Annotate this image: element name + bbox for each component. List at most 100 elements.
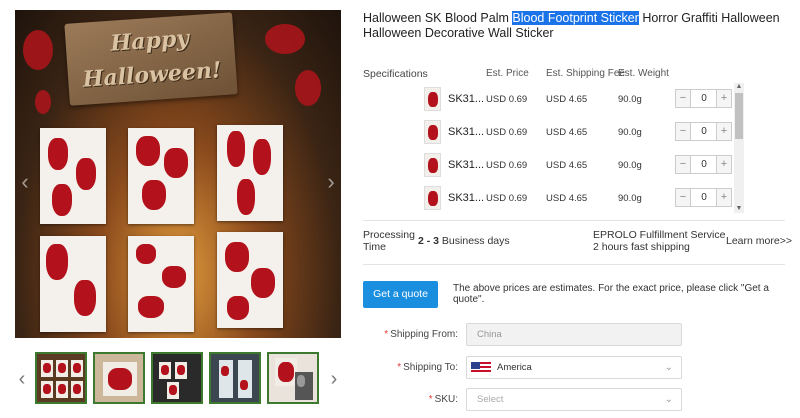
sticker-sheet-footprints [40, 128, 106, 224]
quantity-input[interactable]: 0 [692, 189, 716, 206]
shipping-to-select[interactable]: America ⌄ [466, 356, 682, 379]
divider [363, 220, 785, 221]
spec-header-price: Est. Price [486, 68, 529, 79]
spec-scrollbar[interactable]: ▲ ▼ [734, 83, 744, 213]
image-prev-icon[interactable]: ‹ [17, 170, 33, 194]
divider [363, 264, 785, 265]
row-thumbnail [424, 120, 441, 144]
get-a-quote-button[interactable]: Get a quote [363, 281, 438, 308]
processing-label-line2: Time [363, 241, 386, 253]
decrement-button[interactable]: − [676, 156, 691, 173]
required-mark: * [384, 329, 389, 340]
sku-select[interactable]: Select ⌄ [466, 388, 682, 411]
chevron-left-icon[interactable]: ‹ [15, 366, 29, 392]
row-price: USD 0.69 [486, 160, 528, 171]
table-row: SK31... USD 0.69 USD 4.65 90.0g − 0 + [363, 116, 733, 150]
quantity-stepper: − 0 + [675, 89, 732, 108]
chevron-down-icon: ⌄ [664, 394, 673, 405]
row-price: USD 0.69 [486, 94, 528, 105]
spec-header-weight: Est. Weight [618, 68, 669, 79]
thumbnail-1[interactable] [35, 352, 87, 404]
sku-label-text: SKU: [434, 394, 458, 405]
chevron-right-icon[interactable]: › [327, 366, 341, 392]
row-sku: SK31... [448, 126, 485, 138]
fulfillment-service: EPROLO Fulfillment Service 2 hours fast … [593, 229, 725, 253]
increment-button[interactable]: + [716, 123, 731, 140]
thumbnail-2[interactable] [93, 352, 145, 404]
required-mark: * [397, 362, 402, 373]
sign-line-2: Halloween! [81, 57, 223, 93]
sticker-sheet-shoeprints [217, 125, 283, 221]
quantity-input[interactable]: 0 [692, 123, 716, 140]
spec-header-specifications: Specifications [363, 68, 428, 80]
sticker-sheet-drips [128, 236, 194, 332]
service-line1: EPROLO Fulfillment Service [593, 229, 726, 241]
row-sku: SK31... [448, 192, 485, 204]
row-shipping: USD 4.65 [546, 127, 588, 138]
table-row: SK31... USD 0.69 USD 4.65 90.0g − 0 + [363, 83, 733, 117]
thumbnail-5[interactable] [267, 352, 319, 404]
shipping-from-label: * Shipping From: [363, 329, 458, 340]
scroll-up-icon[interactable]: ▲ [734, 83, 744, 91]
decrement-button[interactable]: − [676, 189, 691, 206]
sign-line-1: Happy [109, 25, 190, 57]
shipping-to-label: * Shipping To: [363, 362, 458, 373]
row-shipping: USD 4.65 [546, 193, 588, 204]
title-before: Halloween SK Blood Palm [363, 11, 513, 25]
processing-days-value: 2 - 3 [418, 235, 440, 247]
processing-days: 2 - 3 Business days [418, 235, 510, 247]
row-sku: SK31... [448, 93, 485, 105]
quote-note: The above prices are estimates. For the … [453, 283, 769, 305]
row-sku: SK31... [448, 159, 485, 171]
happy-halloween-sign: Happy Halloween! [64, 12, 238, 106]
increment-button[interactable]: + [716, 156, 731, 173]
quantity-stepper: − 0 + [675, 122, 732, 141]
row-thumbnail [424, 87, 441, 111]
thumbnail-strip: ‹ › [15, 352, 341, 408]
spec-header-shipping: Est. Shipping Fee [546, 68, 625, 79]
shipping-to-value: America [497, 362, 532, 373]
table-row: SK31... USD 0.69 USD 4.65 90.0g − 0 + [363, 182, 733, 216]
quantity-input[interactable]: 0 [692, 90, 716, 107]
row-weight: 90.0g [618, 127, 642, 138]
sku-placeholder: Select [477, 394, 504, 405]
scroll-down-icon[interactable]: ▼ [734, 205, 744, 213]
decrement-button[interactable]: − [676, 90, 691, 107]
processing-days-suffix: Business days [439, 235, 510, 247]
sticker-sheet-handprints [217, 232, 283, 328]
processing-label-line1: Processing [363, 229, 415, 241]
increment-button[interactable]: + [716, 90, 731, 107]
product-main-image[interactable]: Happy Halloween! ‹ › [15, 10, 341, 338]
decrement-button[interactable]: − [676, 123, 691, 140]
learn-more-link[interactable]: Learn more>> [726, 235, 792, 247]
sticker-sheet-hands [40, 236, 106, 332]
row-weight: 90.0g [618, 160, 642, 171]
scrollbar-thumb[interactable] [735, 93, 743, 139]
row-shipping: USD 4.65 [546, 94, 588, 105]
quantity-stepper: − 0 + [675, 188, 732, 207]
quantity-input[interactable]: 0 [692, 156, 716, 173]
shipping-from-field: China [466, 323, 682, 346]
row-weight: 90.0g [618, 193, 642, 204]
increment-button[interactable]: + [716, 189, 731, 206]
row-price: USD 0.69 [486, 193, 528, 204]
thumbnail-4[interactable] [209, 352, 261, 404]
sticker-sheet-palms [128, 128, 194, 224]
processing-time-label: Processing Time [363, 229, 415, 253]
us-flag-icon [471, 362, 491, 374]
row-thumbnail [424, 186, 441, 210]
shipping-to-label-text: Shipping To: [403, 362, 458, 373]
required-mark: * [428, 394, 433, 405]
row-shipping: USD 4.65 [546, 160, 588, 171]
thumbnail-3[interactable] [151, 352, 203, 404]
table-row: SK31... USD 0.69 USD 4.65 90.0g − 0 + [363, 149, 733, 183]
shipping-from-label-text: Shipping From: [390, 329, 458, 340]
service-line2: 2 hours fast shipping [593, 241, 690, 253]
row-price: USD 0.69 [486, 127, 528, 138]
title-highlight: Blood Footprint Sticker [512, 11, 639, 25]
sku-label: * SKU: [363, 394, 458, 405]
spec-header-row: Specifications Est. Price Est. Shipping … [363, 65, 746, 83]
product-title: Halloween SK Blood Palm Blood Footprint … [363, 11, 785, 41]
quantity-stepper: − 0 + [675, 155, 732, 174]
image-next-icon[interactable]: › [323, 170, 339, 194]
